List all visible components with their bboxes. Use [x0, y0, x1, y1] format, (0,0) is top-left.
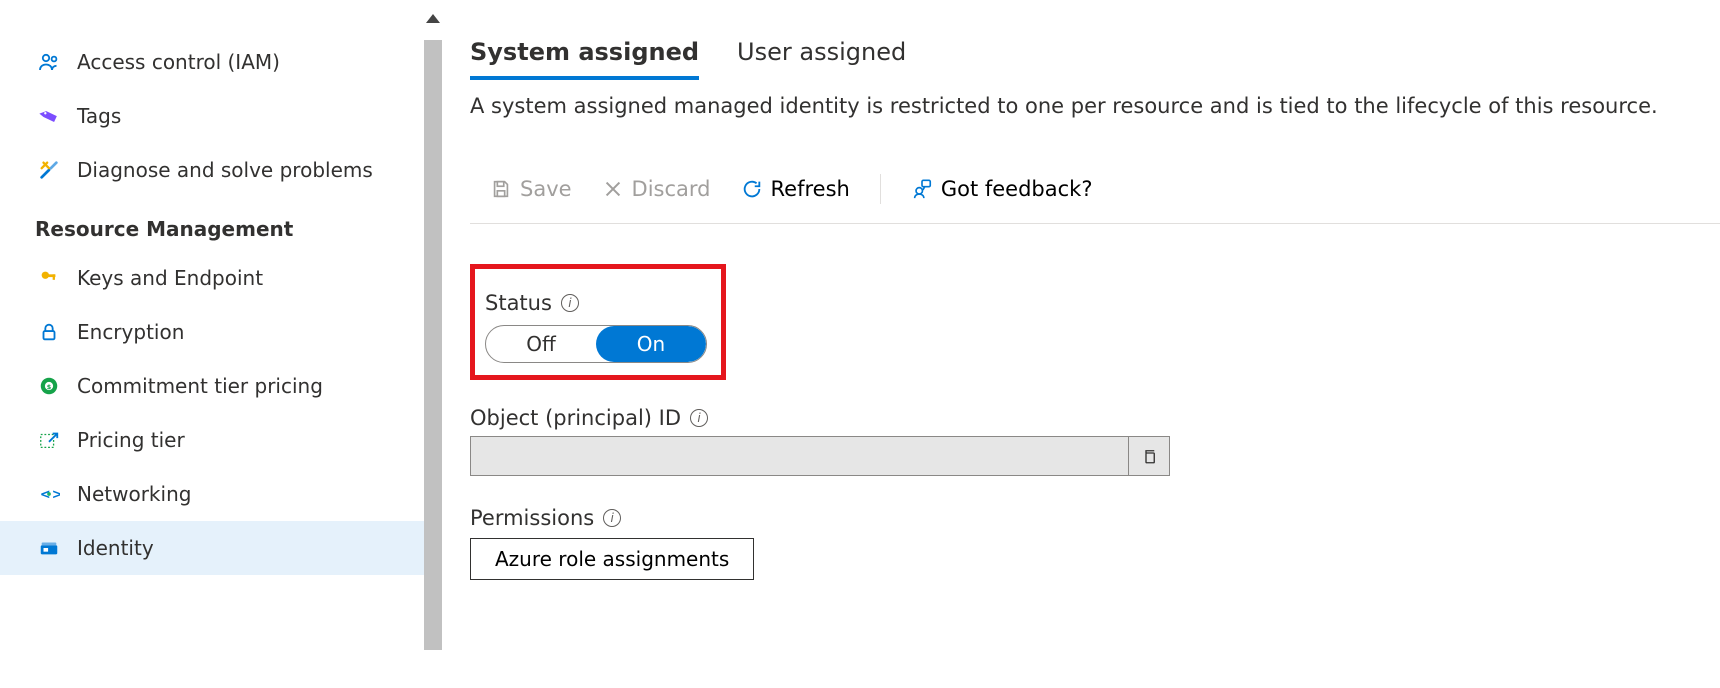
identity-description: A system assigned managed identity is re…: [470, 94, 1720, 118]
save-icon: [490, 178, 512, 200]
discard-icon: [602, 178, 624, 200]
object-id-label: Object (principal) ID: [470, 406, 681, 430]
people-icon: [35, 48, 63, 76]
sidebar-scrollbar[interactable]: [424, 0, 442, 688]
tab-system-assigned[interactable]: System assigned: [470, 38, 699, 80]
toolbar: Save Discard Refresh Got feedback?: [470, 173, 1720, 224]
status-toggle[interactable]: Off On: [485, 325, 707, 363]
identity-tabs: System assigned User assigned: [470, 38, 1720, 80]
sidebar-item-pricing-tier[interactable]: Pricing tier: [0, 413, 424, 467]
info-icon[interactable]: i: [561, 294, 579, 312]
tag-icon: [35, 102, 63, 130]
sidebar-item-label: Encryption: [77, 320, 184, 344]
sidebar-item-identity[interactable]: Identity: [0, 521, 424, 575]
status-field: Status i Off On: [470, 264, 1720, 380]
tab-user-assigned[interactable]: User assigned: [737, 38, 906, 76]
refresh-button[interactable]: Refresh: [735, 173, 856, 205]
discard-button[interactable]: Discard: [596, 173, 717, 205]
toolbar-separator: [880, 174, 881, 204]
info-icon[interactable]: i: [603, 509, 621, 527]
sidebar-item-tags[interactable]: Tags: [0, 89, 424, 143]
refresh-label: Refresh: [771, 177, 850, 201]
object-id-field: Object (principal) ID i: [470, 406, 1720, 476]
permissions-field: Permissions i Azure role assignments: [470, 506, 1720, 580]
copy-icon: [1140, 447, 1158, 465]
main-content: System assigned User assigned A system a…: [442, 0, 1720, 688]
permissions-label-row: Permissions i: [470, 506, 1720, 530]
sidebar-item-label: Tags: [77, 104, 121, 128]
object-id-input[interactable]: [470, 436, 1128, 476]
identity-icon: [35, 534, 63, 562]
status-toggle-off[interactable]: Off: [486, 326, 596, 362]
save-button[interactable]: Save: [484, 173, 578, 205]
sidebar-item-label: Access control (IAM): [77, 50, 280, 74]
sidebar-section-resource-management: Resource Management: [0, 197, 424, 251]
object-id-input-row: [470, 436, 1170, 476]
svg-text:$: $: [47, 383, 52, 391]
sidebar-item-access-control[interactable]: Access control (IAM): [0, 35, 424, 89]
lock-icon: [35, 318, 63, 346]
feedback-label: Got feedback?: [941, 177, 1093, 201]
feedback-button[interactable]: Got feedback?: [905, 173, 1099, 205]
status-highlight-box: Status i Off On: [470, 264, 726, 380]
key-icon: [35, 264, 63, 292]
pricing-tier-icon: [35, 426, 63, 454]
sidebar-item-label: Keys and Endpoint: [77, 266, 263, 290]
sidebar-container: Access control (IAM) Tags Diagnose and s…: [0, 0, 442, 688]
networking-icon: < >: [35, 480, 63, 508]
copy-button[interactable]: [1128, 436, 1170, 476]
sidebar-item-label: Identity: [77, 536, 154, 560]
object-id-label-row: Object (principal) ID i: [470, 406, 1720, 430]
sidebar-item-label: Commitment tier pricing: [77, 374, 323, 398]
refresh-icon: [741, 178, 763, 200]
status-label: Status: [485, 291, 552, 315]
feedback-icon: [911, 178, 933, 200]
svg-text:>: >: [52, 488, 60, 503]
tools-icon: [35, 156, 63, 184]
sidebar-item-diagnose[interactable]: Diagnose and solve problems: [0, 143, 424, 197]
save-label: Save: [520, 177, 572, 201]
sidebar-item-keys-endpoint[interactable]: Keys and Endpoint: [0, 251, 424, 305]
sidebar-item-label: Diagnose and solve problems: [77, 158, 373, 182]
status-label-row: Status i: [485, 291, 707, 315]
azure-role-assignments-button[interactable]: Azure role assignments: [470, 538, 754, 580]
discard-label: Discard: [632, 177, 711, 201]
sidebar-item-networking[interactable]: < > Networking: [0, 467, 424, 521]
info-icon[interactable]: i: [690, 409, 708, 427]
sidebar-item-encryption[interactable]: Encryption: [0, 305, 424, 359]
sidebar-item-label: Pricing tier: [77, 428, 185, 452]
status-toggle-on[interactable]: On: [596, 326, 706, 362]
scroll-track[interactable]: [424, 40, 442, 650]
scroll-up-icon[interactable]: [426, 14, 440, 23]
sidebar-item-commitment-tier[interactable]: $ Commitment tier pricing: [0, 359, 424, 413]
commitment-pricing-icon: $: [35, 372, 63, 400]
sidebar-nav: Access control (IAM) Tags Diagnose and s…: [0, 0, 424, 688]
permissions-label: Permissions: [470, 506, 594, 530]
sidebar-item-label: Networking: [77, 482, 191, 506]
